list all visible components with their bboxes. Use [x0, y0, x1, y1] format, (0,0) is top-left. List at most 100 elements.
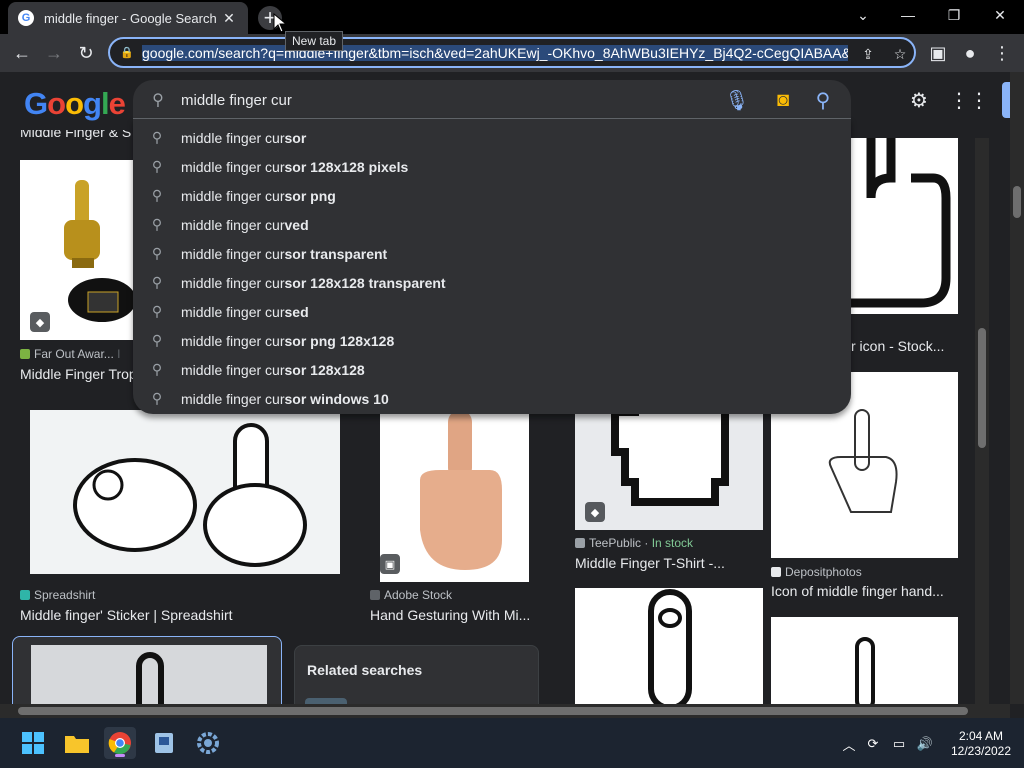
- result-source[interactable]: TeePublic · In stock: [575, 536, 693, 550]
- camera-lens-icon[interactable]: ◙: [769, 86, 797, 114]
- forward-button[interactable]: →: [42, 41, 66, 65]
- result-image-finger-sketch[interactable]: [771, 617, 958, 704]
- google-logo[interactable]: Google: [24, 86, 126, 122]
- result-source[interactable]: Adobe Stock: [370, 588, 452, 602]
- suggestion-prefix: middle finger cur: [181, 245, 285, 262]
- side-panel-icon[interactable]: ▣: [926, 41, 950, 65]
- suggestion-completion: sed: [284, 303, 309, 320]
- settings-gear-icon[interactable]: ⚙: [905, 86, 933, 114]
- suggestion-item[interactable]: ⚲ middle finger curved: [133, 210, 851, 239]
- result-image-selected[interactable]: [12, 636, 282, 704]
- page-horizontal-scrollbar[interactable]: [0, 704, 1010, 718]
- suggestion-prefix: middle finger cur: [181, 390, 285, 407]
- settings-app-icon[interactable]: [192, 727, 224, 759]
- volume-icon[interactable]: 🔊: [916, 735, 934, 753]
- suggestion-completion: sor png 128x128: [284, 332, 395, 349]
- result-image-pixel-cursor[interactable]: ◆: [575, 402, 763, 530]
- new-tab-tooltip: New tab: [285, 31, 344, 51]
- lock-icon: 🔒: [120, 47, 134, 59]
- system-clock[interactable]: 2:04 AM 12/23/2022: [944, 729, 1018, 759]
- share-icon[interactable]: ⇪: [858, 44, 878, 64]
- result-source[interactable]: Depositphotos: [771, 565, 862, 579]
- page-horizontal-scrollbar-thumb[interactable]: [18, 707, 968, 715]
- search-icon: ⚲: [151, 158, 163, 174]
- source-favicon-icon: [20, 349, 30, 359]
- tray-overflow-chevron-icon[interactable]: ︿: [840, 735, 858, 753]
- suggestion-item[interactable]: ⚲ middle finger cursor 128x128: [133, 355, 851, 384]
- related-searches-panel[interactable]: Related searches: [294, 645, 539, 704]
- clock-time: 2:04 AM: [958, 729, 1004, 743]
- source-favicon-icon: [370, 590, 380, 600]
- windows-start-icon[interactable]: [17, 727, 49, 759]
- suggestion-item[interactable]: ⚲ middle finger cursor png: [133, 181, 851, 210]
- search-submit-icon[interactable]: ⚲: [809, 86, 837, 114]
- result-image-hand-gesture[interactable]: ▣: [380, 410, 529, 582]
- result-title[interactable]: Middle Finger T-Shirt -...: [575, 555, 763, 571]
- restore-button[interactable]: ❐: [938, 4, 970, 26]
- suggestion-text: middle finger cursor png: [181, 188, 336, 204]
- profile-icon[interactable]: ●: [958, 41, 982, 65]
- network-icon[interactable]: ▭: [890, 735, 908, 753]
- tab-strip: G middle finger - Google Search ✕ + New …: [0, 0, 1024, 51]
- back-button[interactable]: ←: [10, 41, 34, 65]
- suggestion-item[interactable]: ⚲ middle finger cursed: [133, 297, 851, 326]
- close-tab-icon[interactable]: ✕: [220, 9, 238, 27]
- result-source[interactable]: Far Out Awar... I: [20, 347, 121, 361]
- file-explorer-icon[interactable]: [61, 727, 93, 759]
- source-favicon-icon: [575, 538, 585, 548]
- result-image-finger-outline[interactable]: [575, 588, 763, 704]
- tab-search-icon[interactable]: ⌄: [847, 4, 879, 26]
- apps-grid-icon[interactable]: ⋮⋮: [949, 86, 989, 114]
- suggestion-text: middle finger cursor png 128x128: [181, 333, 394, 349]
- close-window-button[interactable]: ✕: [984, 4, 1016, 26]
- suggestion-text: middle finger cursor 128x128 pixels: [181, 159, 408, 175]
- windows-taskbar: ︿ ⟳ ▭ 🔊 2:04 AM 12/23/2022: [0, 718, 1024, 768]
- result-title[interactable]: r icon - Stock...: [851, 338, 958, 354]
- product-tag-icon: ◆: [585, 502, 605, 522]
- browser-tab[interactable]: G middle finger - Google Search ✕: [8, 2, 248, 34]
- installer-app-icon[interactable]: [148, 727, 180, 759]
- search-icon: ⚲: [151, 274, 163, 290]
- suggestion-prefix: middle finger cur: [181, 158, 285, 175]
- suggestion-text: middle finger cursor windows 10: [181, 391, 389, 407]
- search-box[interactable]: ⚲ middle finger cur 🎙 ◙ ⚲: [133, 80, 851, 120]
- suggestion-item[interactable]: ⚲ middle finger cursor windows 10: [133, 384, 851, 413]
- results-scrollbar-thumb[interactable]: [978, 328, 986, 448]
- sign-in-button[interactable]: [1002, 82, 1010, 118]
- result-title[interactable]: Hand Gesturing With Mi...: [370, 607, 535, 623]
- suggestion-item[interactable]: ⚲ middle finger cursor 128x128 transparen…: [133, 268, 851, 297]
- bookmark-star-icon[interactable]: ☆: [890, 44, 910, 64]
- suggestion-item[interactable]: ⚲ middle finger cursor 128x128 pixels: [133, 152, 851, 181]
- minimize-button[interactable]: —: [892, 4, 924, 26]
- microphone-icon[interactable]: 🎙: [723, 86, 751, 114]
- suggestion-item[interactable]: ⚲ middle finger cursor png 128x128: [133, 326, 851, 355]
- result-source[interactable]: Spreadshirt: [20, 588, 95, 602]
- mouse-cursor-icon: [273, 13, 287, 33]
- update-sync-icon[interactable]: ⟳: [864, 735, 882, 753]
- menu-kebab-icon[interactable]: ⋮: [990, 41, 1014, 65]
- page-vertical-scrollbar[interactable]: [1010, 72, 1024, 704]
- page-vertical-scrollbar-thumb[interactable]: [1013, 186, 1021, 218]
- suggestion-item[interactable]: ⚲ middle finger cursor transparent: [133, 239, 851, 268]
- image-type-icon: ▣: [380, 554, 400, 574]
- result-title[interactable]: Middle Finger Trop: [20, 366, 133, 382]
- suggestion-prefix: middle finger cur: [181, 303, 285, 320]
- address-bar[interactable]: 🔒 google.com/search?q=middle+finger&tbm=…: [108, 37, 916, 68]
- screen: G middle finger - Google Search ✕ + New …: [0, 0, 1024, 768]
- result-title[interactable]: Middle finger' Sticker | Spreadshirt: [20, 607, 340, 623]
- result-image-sticker[interactable]: [30, 410, 340, 574]
- search-icon: ⚲: [151, 129, 163, 145]
- result-title[interactable]: Icon of middle finger hand...: [771, 583, 958, 599]
- search-icon: ⚲: [151, 216, 163, 232]
- results-scrollbar[interactable]: [975, 138, 989, 704]
- chrome-icon[interactable]: [104, 727, 136, 759]
- url-text[interactable]: google.com/search?q=middle+finger&tbm=is…: [142, 44, 848, 61]
- result-image-trophy[interactable]: ◆: [20, 160, 135, 340]
- result-image-cursor-hand[interactable]: [851, 138, 958, 314]
- tab-title: middle finger - Google Search: [44, 10, 217, 26]
- suggestion-text: middle finger cursed: [181, 304, 309, 320]
- suggestion-item[interactable]: ⚲ middle finger cursor: [133, 123, 851, 152]
- reload-button[interactable]: ↻: [74, 41, 98, 65]
- product-tag-icon: ◆: [30, 312, 50, 332]
- suggestion-text: middle finger cursor 128x128 transparent: [181, 275, 446, 291]
